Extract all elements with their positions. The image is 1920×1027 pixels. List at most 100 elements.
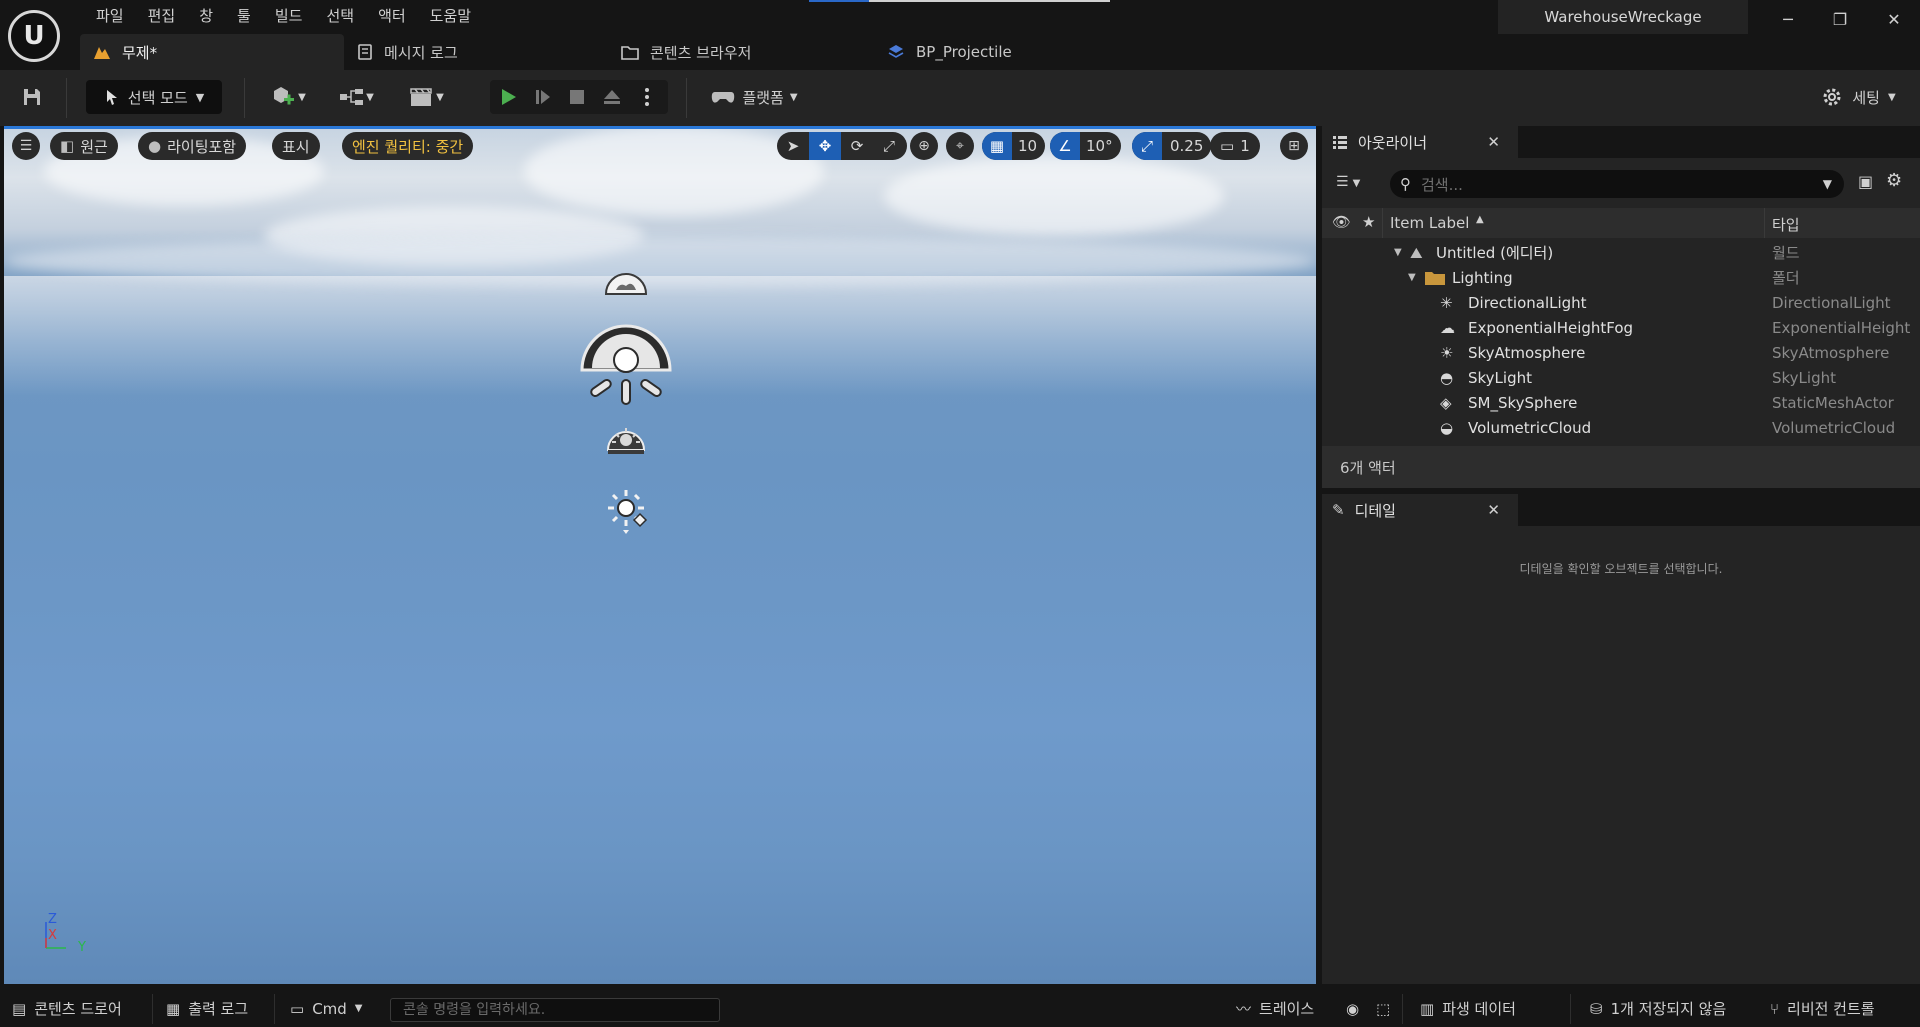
details-empty-hint: 디테일을 확인할 오브젝트를 선택합니다. [1519, 562, 1723, 576]
lit-sphere-icon: ● [148, 137, 162, 155]
add-folder-icon[interactable]: ▣ [1858, 172, 1873, 191]
blueprint-menu-button[interactable]: ▼ [330, 80, 382, 114]
advance-frame-icon[interactable] [526, 80, 560, 114]
platforms-dropdown[interactable]: 플랫폼 ▼ [702, 80, 806, 114]
menu-actor[interactable]: 액터 [366, 4, 418, 28]
col-item-label[interactable]: Item Label [1390, 214, 1469, 232]
revision-control-button[interactable]: ⑂ 리비전 컨트롤 [1770, 990, 1875, 1027]
chevron-down-icon: ▼ [1352, 178, 1361, 189]
trace-button[interactable]: 〰 트레이스 [1236, 990, 1314, 1027]
filter-dropdown[interactable]: ☰ ▼ [1336, 174, 1380, 196]
menu-window[interactable]: 창 [187, 4, 225, 28]
pencil-icon: ✎ [1332, 501, 1345, 519]
cinematics-button[interactable]: ▼ [400, 80, 452, 114]
row-type: VolumetricCloud [1772, 418, 1896, 437]
content-drawer-icon: ▤ [12, 999, 27, 1018]
sky-atmosphere-sprite-icon[interactable] [602, 266, 650, 296]
outliner-row-height-fog[interactable]: ☁ ExponentialHeightFog ExponentialHeight [1322, 315, 1920, 340]
stop-icon[interactable] [560, 80, 594, 114]
settings-dropdown[interactable]: 세팅 ▼ [1810, 80, 1906, 114]
expand-arrow-icon[interactable]: ▼ [1408, 272, 1416, 283]
statusbar-divider [274, 994, 275, 1024]
row-type: SkyAtmosphere [1772, 343, 1890, 362]
exponential-fog-sprite-icon[interactable] [604, 486, 650, 536]
unreal-logo-icon[interactable]: U [8, 10, 60, 62]
screenshot-icon[interactable]: ⬚ [1376, 990, 1390, 1027]
tab-message-log[interactable]: 메시지 로그 [344, 34, 604, 70]
branch-icon: ⑂ [1770, 999, 1780, 1018]
level-viewport[interactable]: ☰ ◧ 원근 ● 라이팅포함 표시 엔진 퀄리티: 중간 ➤ ✥ ⟳ ⤢ ⊕ ⌖… [4, 126, 1316, 984]
settings-gear-icon[interactable]: ⚙ [1886, 170, 1902, 191]
menu-help[interactable]: 도움말 [418, 4, 483, 28]
eject-icon[interactable] [594, 80, 630, 114]
world-icon: ⛰ [1410, 243, 1423, 262]
outliner-row-volumetric-cloud[interactable]: ◒ VolumetricCloud VolumetricCloud [1322, 415, 1920, 440]
close-window-icon[interactable]: ✕ [1874, 6, 1914, 34]
menu-edit[interactable]: 편집 [136, 4, 188, 28]
main-toolbar: 선택 모드 ▼ ▼ ▼ ▼ 플랫폼 ▼ 세팅 ▼ [0, 70, 1920, 126]
outliner-row-sky-light[interactable]: ◓ SkyLight SkyLight [1322, 365, 1920, 390]
chevron-down-icon[interactable]: ▼ [1823, 177, 1832, 191]
rotate-icon[interactable]: ⟳ [841, 132, 873, 160]
menu-build[interactable]: 빌드 [263, 4, 315, 28]
blueprint-nodes-icon [340, 89, 364, 105]
selection-mode-dropdown[interactable]: 선택 모드 ▼ [86, 80, 222, 114]
save-icon[interactable] [14, 80, 50, 114]
tab-untitled[interactable]: 무제* [80, 34, 344, 70]
outliner-row-sky-atmosphere[interactable]: ☀ SkyAtmosphere SkyAtmosphere [1322, 340, 1920, 365]
restore-icon[interactable]: ❐ [1820, 6, 1860, 34]
col-type[interactable]: 타입 [1772, 214, 1800, 235]
row-label: Untitled (에디터) [1436, 244, 1554, 262]
outliner-row-lighting-folder[interactable]: ▼ Lighting 폴더 [1322, 265, 1920, 290]
view-mode-dropdown[interactable]: ● 라이팅포함 [138, 132, 247, 160]
select-arrow-icon[interactable]: ➤ [777, 132, 809, 160]
axis-gizmo: Z X Y [42, 912, 92, 956]
camera-speed-dropdown[interactable]: ▭ 1 [1210, 132, 1260, 160]
content-drawer-button[interactable]: ▤ 콘텐츠 드로어 [12, 990, 122, 1027]
minimize-icon[interactable]: ─ [1768, 6, 1808, 34]
close-icon[interactable]: ✕ [1487, 501, 1500, 519]
tab-content-browser[interactable]: 콘텐츠 브라우저 [608, 34, 874, 70]
console-command-input[interactable]: 콘솔 명령을 입력하세요. [390, 998, 720, 1022]
close-icon[interactable]: ✕ [1487, 133, 1500, 151]
show-dropdown[interactable]: 표시 [272, 132, 320, 160]
directional-light-sprite-icon[interactable] [580, 318, 672, 410]
move-icon[interactable]: ✥ [809, 132, 841, 160]
outliner-row-sky-sphere[interactable]: ◈ SM_SkySphere StaticMeshActor [1322, 390, 1920, 415]
derived-data-button[interactable]: ▥ 파생 데이터 [1420, 990, 1516, 1027]
perspective-dropdown[interactable]: ◧ 원근 [50, 132, 118, 160]
menu-select[interactable]: 선택 [314, 4, 366, 28]
world-local-icon[interactable]: ⊕ [910, 132, 938, 160]
tab-bp-projectile[interactable]: BP_Projectile [874, 34, 1138, 70]
outliner-row-directional-light[interactable]: ✳ DirectionalLight DirectionalLight [1322, 290, 1920, 315]
output-log-button[interactable]: ▦ 출력 로그 [166, 990, 248, 1027]
surface-snap-icon[interactable]: ⌖ [946, 132, 974, 160]
outliner-row-world[interactable]: ▼ ⛰ Untitled (에디터) 월드 [1322, 240, 1920, 265]
pin-star-icon[interactable]: ★ [1362, 213, 1375, 231]
menu-file[interactable]: 파일 [84, 4, 136, 28]
viewport-layout-icon[interactable]: ⊞ [1280, 132, 1308, 160]
scale-snap-toggle[interactable]: ⤢ 0.25 [1132, 132, 1212, 160]
menu-tools[interactable]: 툴 [225, 4, 263, 28]
more-options-icon[interactable] [630, 80, 664, 114]
engine-quality-dropdown[interactable]: 엔진 퀄리티: 중간 [342, 132, 474, 160]
details-tab[interactable]: ✎ 디테일 ✕ [1322, 494, 1518, 526]
add-actor-icon [274, 87, 295, 105]
visibility-eye-icon[interactable]: 👁 [1332, 213, 1351, 231]
grid-snap-toggle[interactable]: ▦ 10 [982, 132, 1046, 160]
add-actor-button[interactable]: ▼ [262, 80, 314, 114]
rotation-snap-toggle[interactable]: ∠ 10° [1050, 132, 1121, 160]
outliner-search-field[interactable]: ⚲ 검색... ▼ [1390, 170, 1844, 198]
angle-snap-icon: ∠ [1050, 132, 1080, 160]
unsaved-assets-button[interactable]: ⛁ 1개 저장되지 않음 [1590, 990, 1726, 1027]
outliner-tab[interactable]: 아웃라이너 ✕ [1322, 126, 1518, 158]
camera-icon: ▭ [1220, 137, 1235, 155]
cmd-dropdown[interactable]: ▭ Cmd ▼ [290, 990, 363, 1027]
viewport-menu-icon[interactable]: ☰ [12, 132, 40, 160]
play-icon[interactable] [490, 80, 526, 114]
sky-light-sprite-icon[interactable] [604, 420, 648, 456]
cube-icon: ◧ [60, 137, 75, 155]
record-icon[interactable]: ◉ [1346, 990, 1359, 1027]
scale-icon[interactable]: ⤢ [873, 132, 905, 160]
expand-arrow-icon[interactable]: ▼ [1394, 247, 1402, 258]
